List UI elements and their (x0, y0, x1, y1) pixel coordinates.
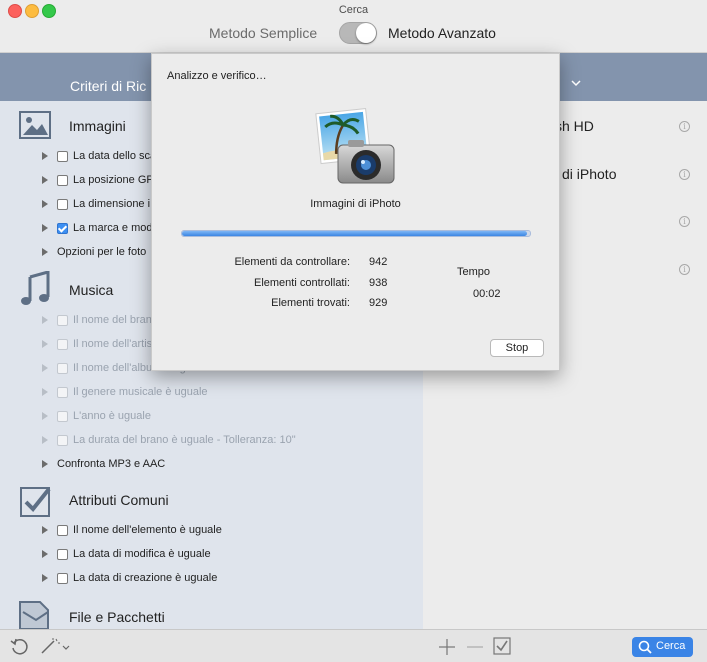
checkbox[interactable] (57, 410, 68, 422)
disclosure-triangle-icon[interactable] (42, 200, 48, 209)
checkbox-toggle-icon[interactable] (493, 637, 511, 655)
criteria-row[interactable]: La marca e mod (42, 222, 152, 242)
criteria-row[interactable]: La data dello sca (42, 150, 156, 170)
search-icon (638, 640, 652, 654)
sheet-caption: Immagini di iPhoto (310, 198, 401, 210)
disclosure-triangle-icon[interactable] (42, 526, 48, 535)
info-icon[interactable]: i (679, 216, 690, 227)
section-title-music: Musica (69, 282, 114, 298)
criteria-row[interactable]: La durata del brano è uguale - Tolleranz… (42, 434, 296, 454)
method-simple-label[interactable]: Metodo Semplice (209, 25, 317, 41)
method-toggle-row: Metodo Semplice Metodo Avanzato (0, 22, 707, 53)
info-icon[interactable]: i (679, 121, 690, 132)
progress-bar (181, 230, 531, 237)
disclosure-triangle-icon[interactable] (42, 388, 48, 397)
add-icon[interactable] (438, 638, 456, 656)
stop-button[interactable]: Stop (490, 339, 544, 357)
method-advanced-label[interactable]: Metodo Avanzato (388, 25, 496, 41)
disclosure-triangle-icon[interactable] (42, 316, 48, 325)
stat-label: Elementi trovati: (271, 297, 350, 309)
disclosure-triangle-icon[interactable] (42, 460, 48, 469)
reset-icon[interactable] (10, 637, 28, 655)
disclosure-triangle-icon[interactable] (42, 550, 48, 559)
stat-label: Elementi controllati: (254, 277, 350, 289)
checkbox[interactable] (57, 434, 68, 446)
disclosure-triangle-icon[interactable] (42, 340, 48, 349)
disclosure-triangle-icon[interactable] (42, 412, 48, 421)
info-icon[interactable]: i (679, 264, 690, 275)
criteria-row[interactable]: Il nome dell'artis (42, 338, 152, 358)
disclosure-triangle-icon[interactable] (42, 176, 48, 185)
criteria-row[interactable]: La dimensione i (42, 198, 150, 218)
stat-label: Elementi da controllare: (234, 256, 350, 268)
info-icon[interactable]: i (679, 169, 690, 180)
progress-bar-fill (182, 231, 527, 236)
title-bar: Cerca (0, 0, 707, 22)
method-toggle-switch[interactable] (339, 22, 377, 44)
section-title-files: File e Pacchetti (69, 609, 165, 625)
disclosure-triangle-icon[interactable] (42, 224, 48, 233)
file-package-icon (19, 601, 49, 629)
chevron-down-icon[interactable] (571, 79, 581, 87)
disclosure-triangle-icon[interactable] (42, 364, 48, 373)
music-note-icon (21, 271, 50, 305)
stat-value: 929 (369, 297, 388, 309)
checkbox[interactable] (57, 524, 68, 536)
checkbox[interactable] (57, 314, 68, 326)
disclosure-triangle-icon[interactable] (42, 248, 48, 257)
checkbox[interactable] (57, 198, 68, 210)
criteria-header-title: Criteri di Ric (70, 78, 147, 94)
section-title-common: Attributi Comuni (69, 492, 169, 508)
checkbox[interactable] (57, 362, 68, 374)
time-value: 00:02 (473, 288, 501, 300)
remove-icon[interactable] (466, 638, 484, 656)
criteria-row[interactable]: La posizione GP (42, 174, 154, 194)
search-button[interactable]: Cerca (632, 637, 693, 657)
criteria-row[interactable]: Il genere musicale è uguale (42, 386, 208, 406)
criteria-row[interactable]: Il nome del bran (42, 314, 152, 334)
section-title-images: Immagini (69, 118, 126, 134)
window-title: Cerca (338, 4, 369, 16)
stat-value: 938 (369, 277, 388, 289)
criteria-row[interactable]: La data di modifica è uguale (42, 548, 211, 568)
progress-sheet: Analizzo e verifico… Immagini di iPhoto … (151, 53, 560, 371)
checkbox[interactable] (57, 386, 68, 398)
criteria-row[interactable]: Confronta MP3 e AAC (42, 458, 165, 478)
disclosure-triangle-icon[interactable] (42, 436, 48, 445)
disclosure-triangle-icon[interactable] (42, 152, 48, 161)
stat-value: 942 (369, 256, 388, 268)
checkbox-checked[interactable] (57, 222, 68, 234)
iphoto-icon (315, 108, 395, 184)
criteria-row[interactable]: La data di creazione è uguale (42, 572, 217, 592)
criteria-row[interactable]: L'anno è uguale (42, 410, 151, 430)
library-item[interactable]: i di iPhoto (555, 166, 616, 182)
sheet-title: Analizzo e verifico… (167, 70, 267, 82)
checkbox[interactable] (57, 338, 68, 350)
checkbox[interactable] (57, 150, 68, 162)
criteria-row[interactable]: Il nome dell'elemento è uguale (42, 524, 222, 544)
disclosure-triangle-icon[interactable] (42, 574, 48, 583)
magic-wand-icon[interactable] (40, 637, 70, 655)
checkbox[interactable] (57, 572, 68, 584)
time-label: Tempo (457, 266, 491, 278)
toggle-knob (356, 23, 376, 43)
criteria-row[interactable]: Opzioni per le foto (42, 246, 146, 266)
checkbox[interactable] (57, 548, 68, 560)
image-icon (19, 111, 51, 139)
search-button-label: Cerca (656, 640, 686, 652)
bottom-toolbar: Cerca (0, 629, 707, 662)
volume-item[interactable]: sh HD (555, 118, 594, 134)
checkmark-box-icon (20, 487, 51, 517)
checkbox[interactable] (57, 174, 68, 186)
